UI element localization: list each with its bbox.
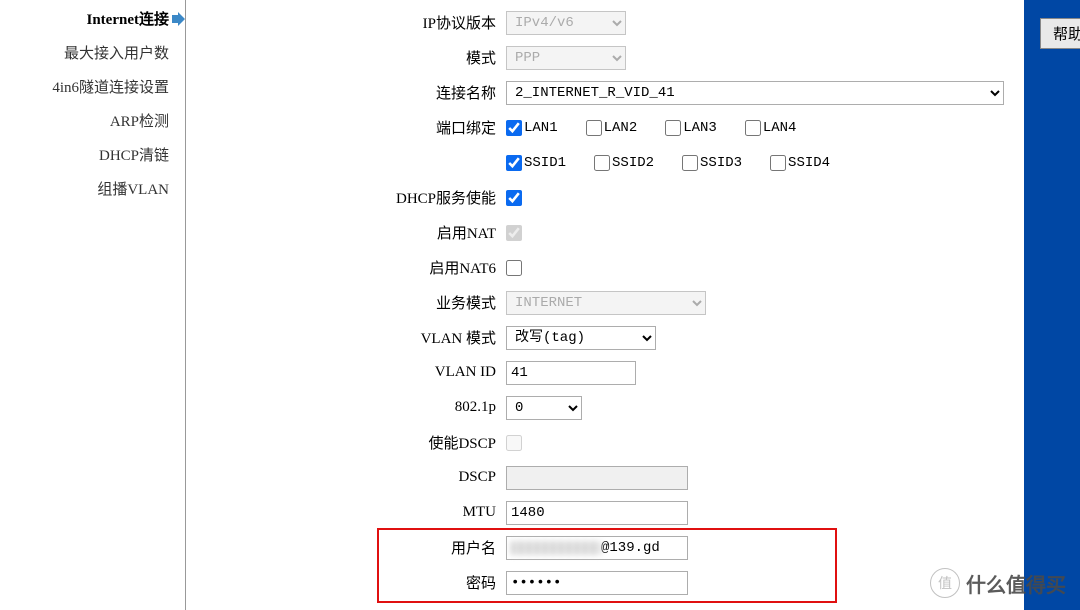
label-svc-mode: 业务模式 [216, 292, 506, 313]
checkbox-lan3[interactable] [665, 120, 681, 136]
input-dscp [506, 466, 688, 490]
input-password[interactable] [506, 571, 688, 595]
select-conn-name[interactable]: 2_INTERNET_R_VID_41 [506, 81, 1004, 105]
label-conn-name: 连接名称 [216, 82, 506, 103]
watermark-icon: 值 [930, 568, 960, 598]
sidebar-item-label: ARP检测 [110, 114, 169, 130]
label-username: 用户名 [216, 537, 506, 558]
checkbox-lan4[interactable] [745, 120, 761, 136]
select-mode: PPP [506, 46, 626, 70]
label-mode: 模式 [216, 47, 506, 68]
checkbox-ssid4[interactable] [770, 155, 786, 171]
sidebar-item-internet[interactable]: Internet连接 [0, 3, 185, 37]
input-vlan-id[interactable] [506, 361, 636, 385]
username-masked-part [511, 541, 601, 555]
checkbox-label-lan1: LAN1 [524, 120, 558, 136]
checkbox-lan2[interactable] [586, 120, 602, 136]
sidebar-item-label: DHCP清链 [99, 148, 169, 164]
checkbox-label-ssid2: SSID2 [612, 155, 654, 171]
label-dhcp-enable: DHCP服务使能 [216, 187, 506, 208]
checkbox-label-ssid4: SSID4 [788, 155, 830, 171]
checkbox-label-lan4: LAN4 [763, 120, 797, 136]
select-8021p[interactable]: 0 [506, 396, 582, 420]
sidebar-item-multicastvlan[interactable]: 组播VLAN [0, 173, 185, 207]
sidebar-item-maxusers[interactable]: 最大接入用户数 [0, 37, 185, 71]
arrow-right-icon [172, 10, 185, 34]
checkbox-ssid2[interactable] [594, 155, 610, 171]
checkbox-dscp-enable [506, 435, 522, 451]
label-nat6: 启用NAT6 [216, 257, 506, 278]
label-port-bind: 端口绑定 [216, 117, 506, 138]
checkbox-label-lan2: LAN2 [604, 120, 638, 136]
right-panel: 帮助 [1024, 0, 1080, 610]
label-dscp-enable: 使能DSCP [216, 432, 506, 453]
checkbox-dhcp-enable[interactable] [506, 190, 522, 206]
checkbox-nat6[interactable] [506, 260, 522, 276]
sidebar-item-dhcpclear[interactable]: DHCP清链 [0, 139, 185, 173]
label-vlan-mode: VLAN 模式 [216, 327, 506, 348]
sidebar-item-label: 4in6隧道连接设置 [52, 80, 169, 96]
watermark: 值 什么值得买 [930, 568, 1066, 598]
watermark-text: 什么值得买 [966, 569, 1066, 598]
label-password: 密码 [216, 572, 506, 593]
checkbox-label-lan3: LAN3 [683, 120, 717, 136]
username-suffix: @139.gd [601, 540, 660, 556]
select-ip-protocol: IPv4/v6 [506, 11, 626, 35]
select-svc-mode: INTERNET [506, 291, 706, 315]
select-vlan-mode[interactable]: 改写(tag) [506, 326, 656, 350]
checkbox-nat [506, 225, 522, 241]
label-ip-protocol: IP协议版本 [216, 12, 506, 33]
sidebar-item-arp[interactable]: ARP检测 [0, 105, 185, 139]
label-dscp: DSCP [216, 469, 506, 486]
label-8021p: 802.1p [216, 399, 506, 416]
sidebar-item-label: 最大接入用户数 [64, 46, 169, 62]
sidebar-item-label: Internet连接 [87, 12, 170, 28]
label-vlan-id: VLAN ID [216, 364, 506, 381]
label-mtu: MTU [216, 504, 506, 521]
checkbox-lan1[interactable] [506, 120, 522, 136]
input-username[interactable]: @139.gd [506, 536, 688, 560]
sidebar: Internet连接 最大接入用户数 4in6隧道连接设置 ARP检测 DHCP… [0, 0, 186, 610]
help-button[interactable]: 帮助 [1040, 18, 1080, 49]
sidebar-item-4in6[interactable]: 4in6隧道连接设置 [0, 71, 185, 105]
checkbox-label-ssid3: SSID3 [700, 155, 742, 171]
label-nat: 启用NAT [216, 222, 506, 243]
checkbox-ssid1[interactable] [506, 155, 522, 171]
input-mtu[interactable] [506, 501, 688, 525]
sidebar-item-label: 组播VLAN [97, 182, 169, 198]
checkbox-ssid3[interactable] [682, 155, 698, 171]
checkbox-label-ssid1: SSID1 [524, 155, 566, 171]
main-form: IP协议版本 IPv4/v6 模式 PPP 连接名称 2_INTERNET_R_… [186, 0, 1024, 610]
